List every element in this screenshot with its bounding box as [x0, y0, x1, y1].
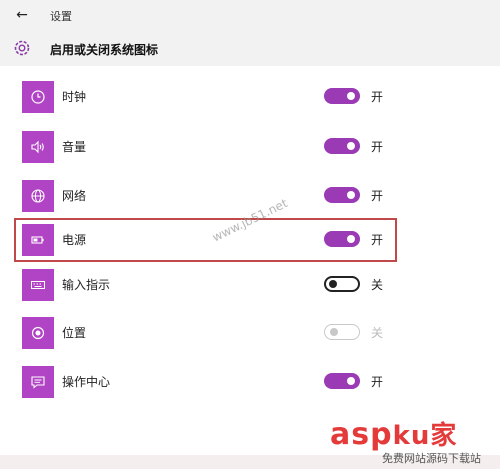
- brand-text-cn: ku家: [392, 421, 458, 451]
- input-indicator-toggle[interactable]: [324, 276, 360, 292]
- page-title: 启用或关闭系统图标: [50, 43, 159, 57]
- input-tile: [22, 269, 54, 301]
- toggle-state: 开: [371, 189, 384, 203]
- list-item-clock: 时钟 开: [0, 75, 500, 119]
- toggle-knob: [347, 377, 355, 385]
- volume-toggle[interactable]: [324, 138, 360, 154]
- item-label: 位置: [62, 326, 87, 340]
- back-arrow-icon[interactable]: ←: [14, 7, 30, 23]
- item-label: 输入指示: [62, 278, 111, 292]
- item-label: 操作中心: [62, 375, 111, 389]
- action-center-tile: [22, 366, 54, 398]
- list-item-volume: 音量 开: [0, 125, 500, 169]
- location-icon: [31, 326, 45, 340]
- network-toggle[interactable]: [324, 187, 360, 203]
- volume-icon: [31, 140, 44, 154]
- brand-subtitle: 免费网站源码下载站: [382, 452, 481, 465]
- clock-tile: [22, 81, 54, 113]
- highlight-box: [14, 218, 397, 262]
- keyboard-icon: [31, 281, 45, 289]
- toggle-knob: [329, 280, 337, 288]
- clock-toggle[interactable]: [324, 88, 360, 104]
- toggle-state: 关: [371, 278, 384, 292]
- toggle-state: 开: [371, 140, 384, 154]
- list-item-input-indicator: 输入指示 关: [0, 263, 500, 307]
- action-center-icon: [31, 376, 45, 389]
- toggle-knob: [347, 142, 355, 150]
- toggle-knob: [347, 191, 355, 199]
- toggle-knob: [330, 328, 338, 336]
- item-label: 音量: [62, 140, 87, 154]
- location-tile: [22, 317, 54, 349]
- gear-icon: [14, 40, 30, 56]
- item-label: 网络: [62, 189, 87, 203]
- toggle-state: 开: [371, 90, 384, 104]
- toggle-knob: [347, 92, 355, 100]
- list-item-action-center: 操作中心 开: [0, 360, 500, 404]
- page-header: 启用或关闭系统图标: [0, 30, 500, 66]
- location-toggle[interactable]: [324, 324, 360, 340]
- toggle-state: 开: [371, 375, 384, 389]
- toggle-state: 关: [371, 326, 384, 340]
- brand-text: asp: [330, 417, 393, 452]
- network-tile: [22, 180, 54, 212]
- network-icon: [31, 189, 45, 203]
- volume-tile: [22, 131, 54, 163]
- window-title: 设置: [50, 10, 72, 23]
- action-center-toggle[interactable]: [324, 373, 360, 389]
- item-label: 时钟: [62, 90, 87, 104]
- list-item-location: 位置 关: [0, 311, 500, 355]
- clock-icon: [31, 90, 45, 104]
- title-bar: ← 设置: [0, 0, 500, 30]
- brand-logo: aspku家: [330, 415, 457, 452]
